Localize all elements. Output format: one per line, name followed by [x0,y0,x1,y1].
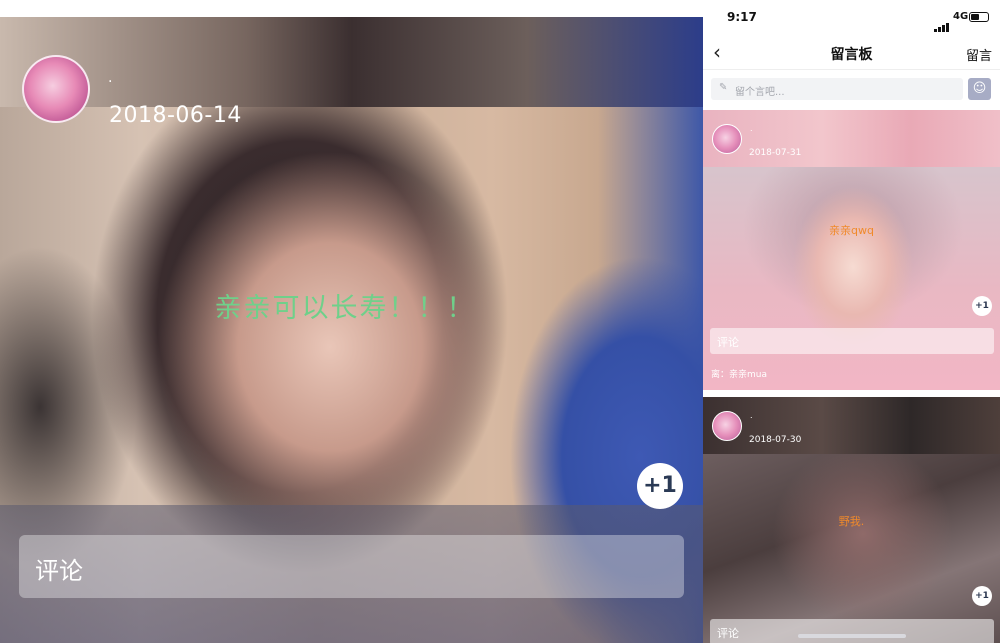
list-item: . 2018-07-30 野我. +1 评论 [703,397,1000,643]
comment-input[interactable]: 评论 [710,619,994,643]
network-label: 4G [953,11,969,22]
card-photo [703,167,1000,390]
post-date: 2018-07-31 [749,148,802,158]
plus-one-button[interactable]: +1 [637,463,683,509]
card-header [703,110,1000,167]
avatar[interactable] [22,55,90,123]
signal-icon [934,13,950,32]
card-photo [703,454,1000,643]
nav-bar: ‹ 留言板 留言 [703,36,1000,70]
phone-screen: 9:17 4G ‹ 留言板 留言 留个言吧... ✎ ☺ . 2018-07-3… [703,0,1000,643]
post-date: 2018-07-30 [749,435,802,445]
message-input-row: 留个言吧... ✎ ☺ [703,74,1000,106]
card-header-band [0,17,703,107]
screenshot-root: . 2018-06-14 亲亲可以长寿！！！ +1 评论 9:17 4G ‹ 留… [0,0,1000,643]
plus-one-button[interactable]: +1 [972,296,992,316]
avatar[interactable] [712,124,742,154]
leave-message-button[interactable]: 留言 [966,45,992,64]
message-input[interactable]: 留个言吧... [711,78,963,100]
page-title: 留言板 [830,47,873,63]
enlarged-message-card: . 2018-06-14 亲亲可以长寿！！！ +1 评论 [0,0,703,643]
plus-one-button[interactable]: +1 [972,586,992,606]
comment-input[interactable]: 评论 [710,328,994,354]
username: . [108,70,113,86]
post-date: 2018-06-14 [109,103,242,128]
status-time: 9:17 [727,10,757,24]
message-text: 野我. [838,515,865,528]
pencil-icon: ✎ [719,82,728,93]
face-icon[interactable]: ☺ [968,78,991,100]
status-bar: 9:17 4G [703,0,1000,36]
card-header [703,397,1000,454]
username: . [750,411,753,420]
list-item: . 2018-07-31 亲亲qwq +1 评论 离：亲亲mua [703,110,1000,390]
message-text: 亲亲可以长寿！！！ [214,293,476,324]
username: . [750,124,753,133]
home-indicator [798,634,906,638]
avatar[interactable] [712,411,742,441]
message-text: 亲亲qwq [829,224,874,237]
reply-text: 离：亲亲mua [711,370,767,380]
battery-icon [969,12,989,22]
comment-input[interactable]: 评论 [19,535,684,598]
